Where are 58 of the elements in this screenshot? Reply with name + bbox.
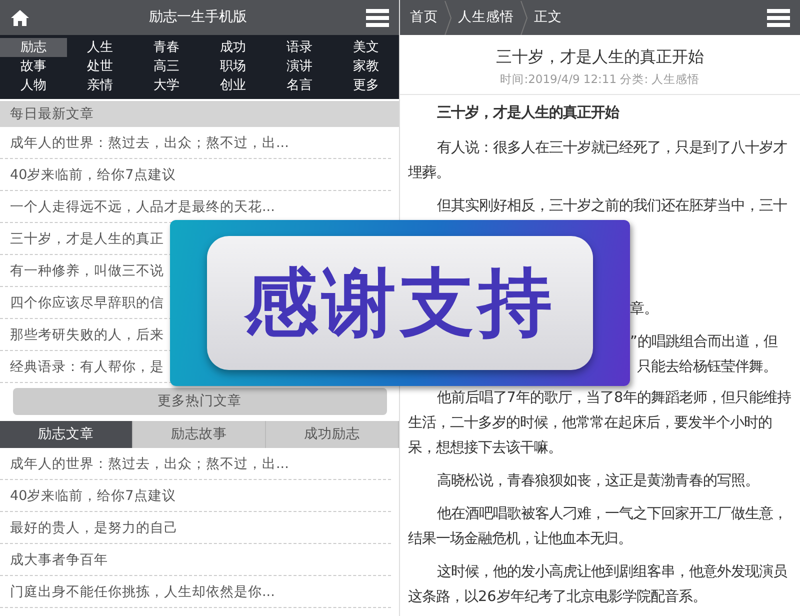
site-title: 励志一生手机版 — [148, 8, 248, 27]
section-heading: 每日最新文章 — [0, 101, 399, 127]
paragraph: 高晓松说，青春狼狈如丧，这正是黄渤青春的写照。 — [436, 472, 760, 492]
article-link[interactable]: 成大事者争百年 — [10, 550, 108, 570]
article-link[interactable]: 经典语录：有人帮你，是 — [10, 356, 164, 376]
banner-text: 感谢支持 — [207, 236, 593, 370]
category-link[interactable]: 人物 — [0, 76, 66, 95]
article-link[interactable]: 三十岁，才是人生的真正 — [10, 228, 164, 248]
category-link[interactable]: 故事 — [0, 57, 66, 76]
category-link[interactable]: 创业 — [200, 76, 266, 95]
article-link[interactable]: 40岁来临前，给你7点建议 — [10, 486, 176, 506]
category-link[interactable]: 青春 — [133, 38, 200, 57]
article-meta: 时间:2019/4/9 12:11 分类: 人生感悟 — [400, 71, 800, 96]
text-fragment: 章。 — [629, 300, 659, 320]
article-link[interactable]: 那些考研失败的人，后来 — [10, 324, 164, 344]
paragraph: 他在酒吧唱歌被客人刁难，一气之下回家开工厂做生意，结果一场金融危机，让他血本无归。 — [408, 504, 788, 550]
text-fragment: 只能去给杨钰莹伴舞。 — [636, 358, 778, 378]
paragraph: 但其实刚好相反，三十岁之前的我们还在胚芽当中，三十 — [436, 196, 788, 216]
menu-icon[interactable] — [767, 8, 790, 26]
category-link[interactable]: 美文 — [332, 38, 399, 57]
category-link[interactable]: 人生 — [66, 38, 133, 57]
category-link[interactable]: 职场 — [200, 57, 266, 76]
paragraph: 有人说：很多人在三十岁就已经死了，只是到了八十岁才埋葬。 — [408, 139, 788, 184]
article-title: 三十岁，才是人生的真正开始 — [495, 46, 705, 68]
article-link[interactable]: 40岁来临前，给你7点建议 — [10, 164, 176, 184]
article-link[interactable]: 四个你应该尽早辞职的信 — [10, 292, 164, 312]
menu-icon[interactable] — [366, 8, 389, 26]
tab[interactable]: 励志文章 — [0, 421, 133, 448]
more-articles-button[interactable]: 更多热门文章 — [12, 388, 386, 415]
category-link[interactable]: 成功 — [200, 38, 266, 57]
article-link[interactable]: 最好的贵人，是努力的自己 — [10, 518, 178, 538]
category-link[interactable]: 名言 — [266, 76, 332, 95]
paragraph: 这时候，他的发小高虎让他到剧组客串，他意外发现演员这条路，以26岁年纪考了北京电影学院配音系。 — [408, 562, 788, 608]
tab[interactable]: 成功励志 — [266, 421, 399, 448]
category-link[interactable]: 处世 — [66, 57, 133, 76]
article-link[interactable]: 门庭出身不能任你挑拣，人生却依然是你... — [10, 582, 275, 602]
category-link[interactable]: 更多 — [332, 76, 399, 95]
separator-icon — [444, 0, 452, 34]
category-link[interactable]: 语录 — [266, 38, 332, 57]
breadcrumb-link[interactable]: 正文 — [534, 7, 562, 28]
text-fragment: ”的唱跳组合而出道，但 — [629, 333, 778, 352]
category-link[interactable]: 家教 — [332, 57, 399, 76]
category-link[interactable]: 高三 — [133, 57, 200, 76]
breadcrumb-link[interactable]: 首页 — [410, 7, 438, 28]
separator-icon — [520, 0, 528, 34]
article-link[interactable]: 成年人的世界：熬过去，出众；熬不过，出... — [10, 454, 289, 474]
paragraph: 他前后唱了7年的歌厅，当了8年的舞蹈老师，但只能维持生活，二十多岁的时候，他常常在起床后，要发半个小时的呆，想想接下去该干嘛。 — [408, 388, 792, 458]
home-icon[interactable] — [10, 8, 30, 26]
category-link[interactable]: 演讲 — [266, 57, 332, 76]
category-link[interactable]: 大学 — [133, 76, 200, 95]
category-link[interactable]: 励志 — [0, 38, 66, 57]
category-link[interactable]: 亲情 — [66, 76, 133, 95]
article-link[interactable]: 成年人的世界：熬过去，出众；熬不过，出... — [10, 132, 289, 152]
article-link[interactable]: 一个人走得远不远，人品才是最终的天花... — [10, 196, 275, 216]
article-link[interactable]: 有一种修养，叫做三不说 — [10, 260, 164, 280]
article-subheading: 三十岁，才是人生的真正开始 — [436, 104, 620, 124]
tab[interactable]: 励志故事 — [133, 421, 266, 448]
breadcrumb-link[interactable]: 人生感悟 — [458, 7, 514, 28]
